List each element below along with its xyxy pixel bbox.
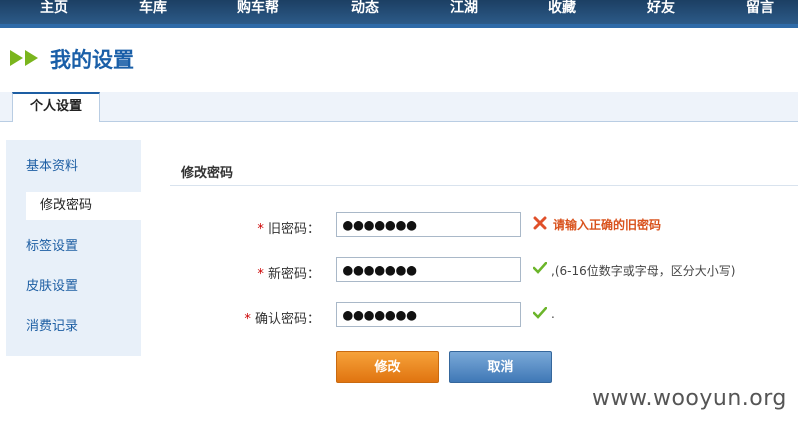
tab-bar: 个人设置	[0, 92, 798, 122]
old-password-label-text: 旧密码：	[267, 222, 320, 237]
settings-sidebar: 基本资料 修改密码 标签设置 皮肤设置 消费记录	[6, 140, 141, 356]
required-mark: *	[244, 312, 251, 327]
old-password-label: * 旧密码：	[170, 218, 320, 237]
nav-item-messages[interactable]: 留言	[746, 0, 774, 17]
confirm-password-label: * 确认密码：	[170, 308, 320, 327]
old-password-error: 请输入正确的旧密码	[553, 218, 662, 232]
confirm-password-label-text: 确认密码：	[254, 312, 320, 327]
checkmark-icon	[533, 262, 547, 274]
cancel-button[interactable]: 取消	[449, 351, 552, 383]
nav-item-car-help[interactable]: 购车帮	[237, 0, 279, 17]
nav-item-home[interactable]: 主页	[40, 0, 68, 17]
tab-personal-settings[interactable]: 个人设置	[12, 92, 100, 122]
required-mark: *	[257, 267, 264, 282]
sidebar-item-basic-info[interactable]: 基本资料	[26, 153, 141, 181]
nav-item-friends[interactable]: 好友	[647, 0, 675, 17]
save-button[interactable]: 修改	[336, 351, 439, 383]
sidebar-item-skin-settings[interactable]: 皮肤设置	[26, 273, 141, 301]
nav-item-garage[interactable]: 车库	[139, 0, 167, 17]
double-arrow-icon	[10, 50, 38, 66]
top-nav-bar: 主页 车库 购车帮 动态 江湖 收藏 好友 留言	[0, 0, 798, 24]
watermark: www.wooyun.org	[592, 386, 787, 411]
sidebar-item-change-password[interactable]: 修改密码	[26, 192, 141, 220]
error-x-icon	[533, 216, 547, 230]
nav-item-feed[interactable]: 动态	[351, 0, 379, 17]
nav-divider-stripe	[0, 24, 798, 28]
nav-item-favorites[interactable]: 收藏	[548, 0, 576, 17]
page-title: 我的设置	[50, 48, 134, 72]
section-title: 修改密码	[181, 166, 234, 181]
new-password-input[interactable]: ●●●●●●●	[336, 257, 521, 282]
checkmark-icon	[533, 307, 547, 319]
new-password-label-text: 新密码：	[267, 267, 320, 282]
section-divider	[170, 185, 798, 186]
confirm-password-input[interactable]: ●●●●●●●	[336, 302, 521, 327]
new-password-hint: ,(6-16位数字或字母，区分大小写)	[551, 264, 736, 278]
confirm-password-hint: .	[551, 307, 555, 321]
nav-item-community[interactable]: 江湖	[450, 0, 478, 17]
old-password-input[interactable]: ●●●●●●●	[336, 212, 521, 237]
required-mark: *	[257, 222, 264, 237]
new-password-label: * 新密码：	[170, 263, 320, 282]
sidebar-item-purchase-history[interactable]: 消费记录	[26, 313, 141, 341]
sidebar-item-tag-settings[interactable]: 标签设置	[26, 233, 141, 261]
